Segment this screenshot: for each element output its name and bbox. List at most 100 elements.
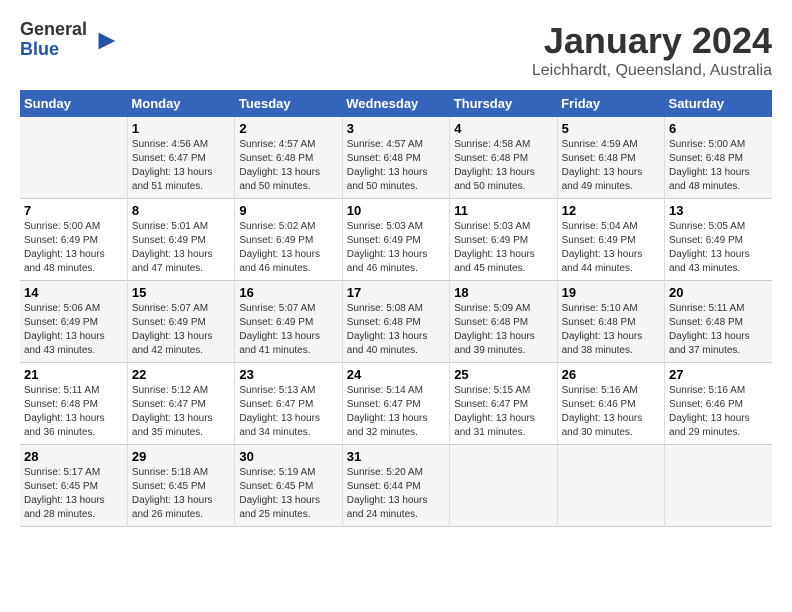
day-detail: Sunrise: 5:11 AM Sunset: 6:48 PM Dayligh… bbox=[669, 302, 768, 358]
day-cell: 29 Sunrise: 5:18 AM Sunset: 6:45 PM Dayli… bbox=[127, 445, 234, 527]
day-number: 15 bbox=[132, 285, 230, 300]
day-number: 16 bbox=[239, 285, 337, 300]
day-number: 25 bbox=[454, 367, 552, 382]
day-number: 20 bbox=[669, 285, 768, 300]
header-day-friday: Friday bbox=[557, 90, 664, 117]
day-detail: Sunrise: 5:13 AM Sunset: 6:47 PM Dayligh… bbox=[239, 384, 337, 440]
day-number: 29 bbox=[132, 449, 230, 464]
day-cell: 16 Sunrise: 5:07 AM Sunset: 6:49 PM Dayli… bbox=[235, 281, 342, 363]
day-cell: 23 Sunrise: 5:13 AM Sunset: 6:47 PM Dayli… bbox=[235, 363, 342, 445]
logo: General Blue ► bbox=[20, 20, 121, 60]
day-detail: Sunrise: 5:11 AM Sunset: 6:48 PM Dayligh… bbox=[24, 384, 123, 440]
day-cell: 21 Sunrise: 5:11 AM Sunset: 6:48 PM Dayli… bbox=[20, 363, 127, 445]
day-number: 5 bbox=[562, 121, 660, 136]
day-number: 14 bbox=[24, 285, 123, 300]
day-cell: 27 Sunrise: 5:16 AM Sunset: 6:46 PM Dayli… bbox=[665, 363, 772, 445]
day-number: 28 bbox=[24, 449, 123, 464]
day-number: 18 bbox=[454, 285, 552, 300]
day-detail: Sunrise: 5:01 AM Sunset: 6:49 PM Dayligh… bbox=[132, 220, 230, 276]
day-number: 2 bbox=[239, 121, 337, 136]
day-number: 3 bbox=[347, 121, 445, 136]
day-cell: 17Sunrise: 5:08 AM Sunset: 6:48 PM Dayli… bbox=[342, 281, 449, 363]
title-section: January 2024 Leichhardt, Queensland, Aus… bbox=[532, 20, 772, 80]
calendar-body: 1 Sunrise: 4:56 AM Sunset: 6:47 PM Daylig… bbox=[20, 117, 772, 527]
calendar-table: SundayMondayTuesdayWednesdayThursdayFrid… bbox=[20, 90, 772, 527]
day-cell: 25Sunrise: 5:15 AM Sunset: 6:47 PM Dayli… bbox=[450, 363, 557, 445]
header: General Blue ► January 2024 Leichhardt, … bbox=[20, 20, 772, 80]
day-cell: 26Sunrise: 5:16 AM Sunset: 6:46 PM Dayli… bbox=[557, 363, 664, 445]
calendar-subtitle: Leichhardt, Queensland, Australia bbox=[532, 62, 772, 80]
day-detail: Sunrise: 5:10 AM Sunset: 6:48 PM Dayligh… bbox=[562, 302, 660, 358]
day-detail: Sunrise: 5:18 AM Sunset: 6:45 PM Dayligh… bbox=[132, 466, 230, 522]
calendar-title: January 2024 bbox=[532, 20, 772, 62]
day-number: 30 bbox=[239, 449, 337, 464]
day-cell: 10 Sunrise: 5:03 AM Sunset: 6:49 PM Dayli… bbox=[342, 199, 449, 281]
header-day-wednesday: Wednesday bbox=[342, 90, 449, 117]
day-detail: Sunrise: 4:59 AM Sunset: 6:48 PM Dayligh… bbox=[562, 138, 660, 194]
day-cell: 22 Sunrise: 5:12 AM Sunset: 6:47 PM Dayli… bbox=[127, 363, 234, 445]
header-day-saturday: Saturday bbox=[665, 90, 772, 117]
week-row-5: 28 Sunrise: 5:17 AM Sunset: 6:45 PM Dayli… bbox=[20, 445, 772, 527]
day-number: 27 bbox=[669, 367, 768, 382]
day-number: 4 bbox=[454, 121, 552, 136]
day-cell: 28 Sunrise: 5:17 AM Sunset: 6:45 PM Dayli… bbox=[20, 445, 127, 527]
day-detail: Sunrise: 5:07 AM Sunset: 6:49 PM Dayligh… bbox=[132, 302, 230, 358]
day-number: 1 bbox=[132, 121, 230, 136]
day-cell: 9 Sunrise: 5:02 AM Sunset: 6:49 PM Daylig… bbox=[235, 199, 342, 281]
day-detail: Sunrise: 5:00 AM Sunset: 6:49 PM Dayligh… bbox=[24, 220, 123, 276]
day-cell: 14 Sunrise: 5:06 AM Sunset: 6:49 PM Dayli… bbox=[20, 281, 127, 363]
day-number: 11 bbox=[454, 203, 552, 218]
day-detail: Sunrise: 5:04 AM Sunset: 6:49 PM Dayligh… bbox=[562, 220, 660, 276]
day-cell: 24Sunrise: 5:14 AM Sunset: 6:47 PM Dayli… bbox=[342, 363, 449, 445]
day-cell bbox=[450, 445, 557, 527]
day-detail: Sunrise: 5:09 AM Sunset: 6:48 PM Dayligh… bbox=[454, 302, 552, 358]
logo-blue: Blue bbox=[20, 39, 59, 59]
day-cell: 13 Sunrise: 5:05 AM Sunset: 6:49 PM Dayli… bbox=[665, 199, 772, 281]
header-day-monday: Monday bbox=[127, 90, 234, 117]
day-number: 26 bbox=[562, 367, 660, 382]
day-detail: Sunrise: 4:56 AM Sunset: 6:47 PM Dayligh… bbox=[132, 138, 230, 194]
day-detail: Sunrise: 5:07 AM Sunset: 6:49 PM Dayligh… bbox=[239, 302, 337, 358]
day-cell: 1 Sunrise: 4:56 AM Sunset: 6:47 PM Daylig… bbox=[127, 117, 234, 199]
day-cell: 7 Sunrise: 5:00 AM Sunset: 6:49 PM Daylig… bbox=[20, 199, 127, 281]
day-detail: Sunrise: 5:05 AM Sunset: 6:49 PM Dayligh… bbox=[669, 220, 768, 276]
header-day-tuesday: Tuesday bbox=[235, 90, 342, 117]
week-row-2: 7 Sunrise: 5:00 AM Sunset: 6:49 PM Daylig… bbox=[20, 199, 772, 281]
day-cell bbox=[20, 117, 127, 199]
day-number: 8 bbox=[132, 203, 230, 218]
day-detail: Sunrise: 5:03 AM Sunset: 6:49 PM Dayligh… bbox=[347, 220, 445, 276]
day-cell: 15 Sunrise: 5:07 AM Sunset: 6:49 PM Dayli… bbox=[127, 281, 234, 363]
day-number: 9 bbox=[239, 203, 337, 218]
day-cell: 20 Sunrise: 5:11 AM Sunset: 6:48 PM Dayli… bbox=[665, 281, 772, 363]
logo-icon: ► bbox=[93, 24, 121, 56]
day-number: 13 bbox=[669, 203, 768, 218]
day-number: 19 bbox=[562, 285, 660, 300]
day-cell: 8 Sunrise: 5:01 AM Sunset: 6:49 PM Daylig… bbox=[127, 199, 234, 281]
day-number: 22 bbox=[132, 367, 230, 382]
logo-text: General Blue bbox=[20, 20, 87, 60]
day-detail: Sunrise: 5:08 AM Sunset: 6:48 PM Dayligh… bbox=[347, 302, 445, 358]
day-cell: 4Sunrise: 4:58 AM Sunset: 6:48 PM Daylig… bbox=[450, 117, 557, 199]
day-cell: 30 Sunrise: 5:19 AM Sunset: 6:45 PM Dayli… bbox=[235, 445, 342, 527]
day-cell: 5 Sunrise: 4:59 AM Sunset: 6:48 PM Daylig… bbox=[557, 117, 664, 199]
day-number: 21 bbox=[24, 367, 123, 382]
day-detail: Sunrise: 5:16 AM Sunset: 6:46 PM Dayligh… bbox=[669, 384, 768, 440]
day-cell bbox=[665, 445, 772, 527]
week-row-4: 21 Sunrise: 5:11 AM Sunset: 6:48 PM Dayli… bbox=[20, 363, 772, 445]
day-detail: Sunrise: 5:17 AM Sunset: 6:45 PM Dayligh… bbox=[24, 466, 123, 522]
day-number: 23 bbox=[239, 367, 337, 382]
day-detail: Sunrise: 5:19 AM Sunset: 6:45 PM Dayligh… bbox=[239, 466, 337, 522]
day-detail: Sunrise: 5:02 AM Sunset: 6:49 PM Dayligh… bbox=[239, 220, 337, 276]
day-cell: 12Sunrise: 5:04 AM Sunset: 6:49 PM Dayli… bbox=[557, 199, 664, 281]
day-cell: 19 Sunrise: 5:10 AM Sunset: 6:48 PM Dayli… bbox=[557, 281, 664, 363]
day-detail: Sunrise: 5:03 AM Sunset: 6:49 PM Dayligh… bbox=[454, 220, 552, 276]
day-number: 10 bbox=[347, 203, 445, 218]
day-cell: 11 Sunrise: 5:03 AM Sunset: 6:49 PM Dayli… bbox=[450, 199, 557, 281]
day-number: 7 bbox=[24, 203, 123, 218]
day-detail: Sunrise: 5:12 AM Sunset: 6:47 PM Dayligh… bbox=[132, 384, 230, 440]
day-cell bbox=[557, 445, 664, 527]
calendar-header-row: SundayMondayTuesdayWednesdayThursdayFrid… bbox=[20, 90, 772, 117]
day-detail: Sunrise: 5:06 AM Sunset: 6:49 PM Dayligh… bbox=[24, 302, 123, 358]
day-detail: Sunrise: 4:57 AM Sunset: 6:48 PM Dayligh… bbox=[347, 138, 445, 194]
day-cell: 31Sunrise: 5:20 AM Sunset: 6:44 PM Dayli… bbox=[342, 445, 449, 527]
